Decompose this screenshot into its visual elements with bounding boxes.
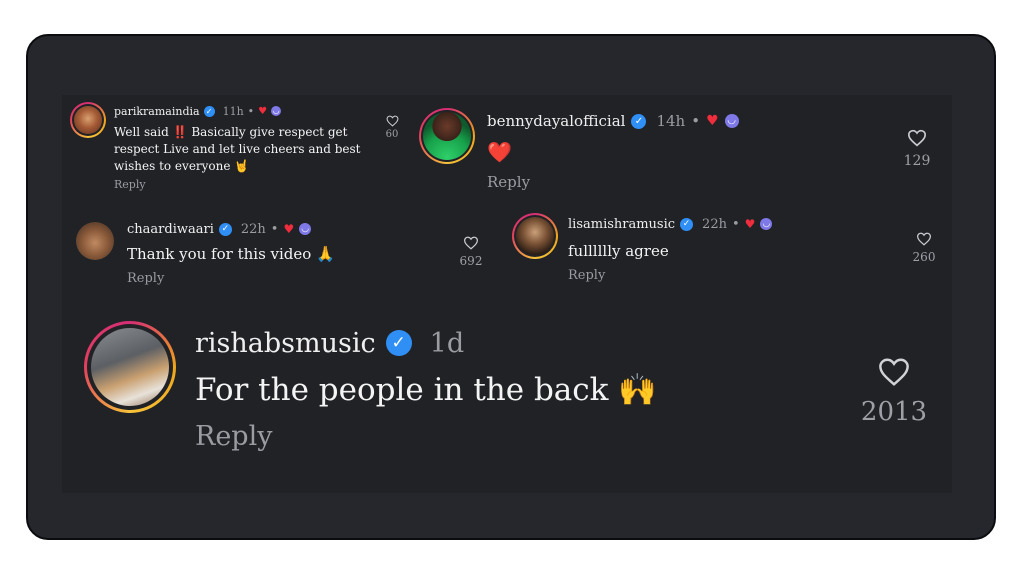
heart-outline-icon [916,232,932,246]
like-count: 60 [385,129,399,140]
separator-dot: • [691,112,701,130]
verified-badge-icon: ✓ [203,105,215,117]
verified-badge-icon: ✓ [631,113,647,129]
smiling-face-icon: ◡ [299,223,312,235]
red-heart-icon: ♥ [706,113,719,129]
reply-button[interactable]: Reply [195,421,272,452]
heart-outline-icon [907,129,927,147]
comment-text: Thank you for this video 🙏 [127,245,335,263]
timestamp: 14h [656,112,686,130]
like-count: 260 [912,250,936,264]
like-button[interactable]: 2013 [858,357,930,427]
verified-badge-icon: ✓ [385,330,412,356]
separator-dot: • [247,104,255,118]
username[interactable]: rishabsmusic [195,328,376,359]
heart-outline-icon [386,115,398,127]
heart-outline-icon [463,236,479,250]
like-button[interactable]: 129 [898,129,936,169]
timestamp: 11h [222,104,244,118]
verified-badge-icon: ✓ [680,217,694,231]
avatar-bennydayalofficial[interactable] [419,108,475,164]
comment-text: ❤️ [487,140,512,164]
like-button[interactable]: 692 [455,236,487,268]
heart-outline-icon [879,358,909,386]
like-button[interactable]: 60 [378,115,406,140]
reply-button[interactable]: Reply [568,268,605,283]
red-heart-icon: ♥ [258,105,268,117]
comment-text: For the people in the back 🙌 [195,372,657,408]
comment-text: fulllllly agree [568,242,669,260]
smiling-face-icon: ◡ [724,114,739,128]
avatar-chaardiwaari[interactable] [76,222,114,260]
separator-dot: • [731,216,740,232]
avatar-parikramaindia[interactable] [70,102,106,138]
red-heart-icon: ♥ [283,222,295,236]
verified-badge-icon: ✓ [218,222,232,236]
timestamp: 1d [429,327,465,359]
username[interactable]: bennydayalofficial [487,112,625,130]
timestamp: 22h [240,221,266,237]
like-count: 692 [459,254,483,268]
smiling-face-icon: ◡ [271,106,282,116]
separator-dot: • [270,221,279,237]
like-count: 2013 [860,397,928,427]
username[interactable]: parikramaindia [114,105,200,118]
username[interactable]: chaardiwaari [127,222,214,237]
avatar-lisamishramusic[interactable] [512,213,558,259]
smiling-face-icon: ◡ [760,218,773,230]
comment-text: Well said ‼️ Basically give respect get … [114,125,361,173]
username[interactable]: lisamishramusic [568,217,675,232]
timestamp: 22h [702,216,727,232]
reply-button[interactable]: Reply [127,271,164,286]
red-heart-icon: ♥ [744,217,756,231]
like-button[interactable]: 260 [908,232,940,264]
reply-button[interactable]: Reply [487,173,530,191]
reply-button[interactable]: Reply [114,178,146,191]
avatar-rishabsmusic[interactable] [84,321,176,413]
like-count: 129 [903,153,931,169]
